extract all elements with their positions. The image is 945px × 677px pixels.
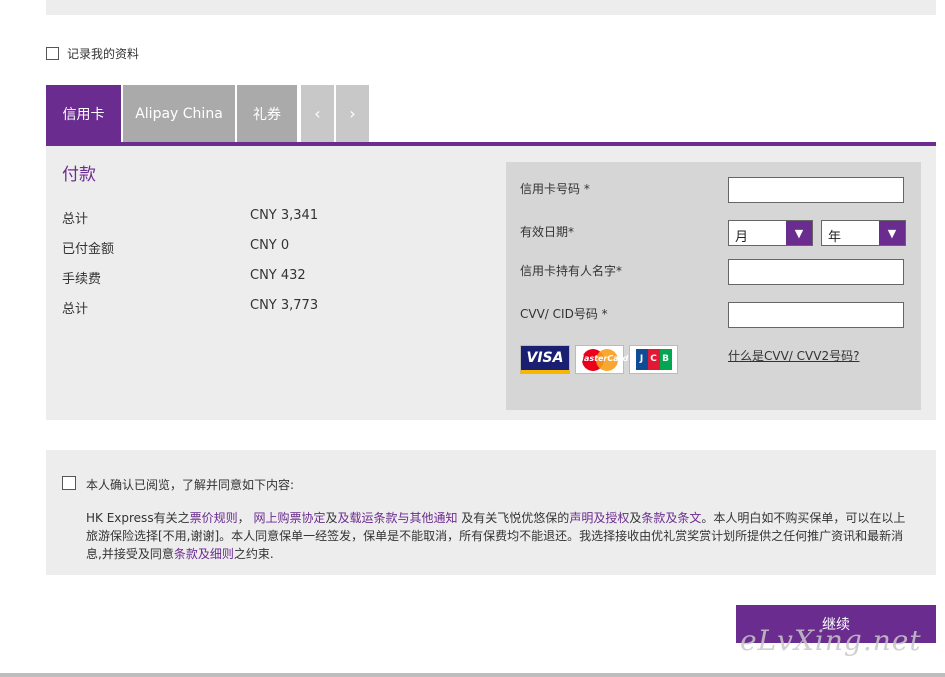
tabs-next-button[interactable]: › (336, 85, 369, 142)
card-number-input[interactable] (728, 177, 904, 203)
tab-gift-voucher[interactable]: 礼券 (237, 85, 297, 142)
chevron-down-icon[interactable]: ▼ (879, 221, 905, 245)
summary-label: 手续费 (62, 272, 102, 287)
terms-conditions-link[interactable]: 条款及条文 (641, 511, 701, 525)
expiry-year-value: 年 (828, 230, 842, 245)
what-is-cvv-link[interactable]: 什么是CVV/ CVV2号码? (728, 347, 859, 364)
bottom-divider (0, 673, 945, 677)
expiry-month-select[interactable]: 月 ▼ (728, 220, 813, 246)
expiry-month-value: 月 (735, 230, 749, 245)
visa-logo-icon: VISA (520, 345, 570, 374)
summary-value: CNY 0 (250, 238, 290, 253)
payment-method-tabs: 信用卡 Alipay China 礼券 ‹ › (46, 85, 371, 142)
summary-value: CNY 3,773 (250, 298, 319, 313)
tabs-prev-button[interactable]: ‹ (301, 85, 334, 142)
terms-section: 本人确认已阅览，了解并同意如下内容: HK Express有关之票价规则， 网上… (46, 450, 936, 575)
terms-details-link[interactable]: 条款及细则 (174, 547, 234, 561)
cvv-input[interactable] (728, 302, 904, 328)
tab-credit-card[interactable]: 信用卡 (46, 85, 121, 142)
terms-confirm-label: 本人确认已阅览，了解并同意如下内容: (86, 478, 295, 492)
summary-value: CNY 432 (250, 268, 306, 283)
summary-label: 总计 (62, 212, 89, 227)
card-holder-input[interactable] (728, 259, 904, 285)
mastercard-logo-icon: MasterCard (575, 345, 628, 374)
fare-rules-link[interactable]: 票价规则 (190, 511, 238, 525)
summary-value: CNY 3,341 (250, 208, 319, 223)
chevron-down-icon[interactable]: ▼ (786, 221, 812, 245)
terms-checkbox[interactable] (62, 476, 76, 490)
cvv-label: CVV/ CID号码 * (520, 307, 608, 321)
declaration-link[interactable]: 声明及授权 (569, 511, 629, 525)
card-number-label: 信用卡号码 * (520, 182, 590, 196)
terms-text: HK Express有关之票价规则， 网上购票协定及及载运条款与其他通知 及有关… (86, 511, 906, 561)
expiry-year-select[interactable]: 年 ▼ (821, 220, 906, 246)
expiry-label: 有效日期* (520, 225, 575, 239)
top-section-strip (46, 0, 936, 15)
remember-me-label: 记录我的资料 (67, 47, 140, 61)
online-booking-agreement-link[interactable]: 网上购票协定 (253, 511, 325, 525)
credit-card-form: 信用卡号码 * 有效日期* 月 ▼ 年 ▼ 信用卡持有人名字* CVV/ CID… (506, 162, 921, 410)
remember-me[interactable]: 记录我的资料 (46, 45, 139, 62)
watermark-logo: eLvXing.net (740, 624, 922, 657)
remember-me-checkbox[interactable] (46, 47, 59, 60)
tab-alipay-china[interactable]: Alipay China (123, 85, 235, 142)
payment-title: 付款 (62, 165, 96, 185)
jcb-logo-icon: JCB (629, 345, 678, 374)
summary-label: 已付金额 (62, 242, 115, 257)
conditions-of-carriage-link[interactable]: 及载运条款与其他通知 (337, 511, 457, 525)
card-holder-label: 信用卡持有人名字* (520, 264, 623, 278)
payment-panel: 付款 总计 CNY 3,341 已付金额 CNY 0 手续费 CNY 432 总… (46, 146, 936, 420)
summary-label: 总计 (62, 302, 89, 317)
